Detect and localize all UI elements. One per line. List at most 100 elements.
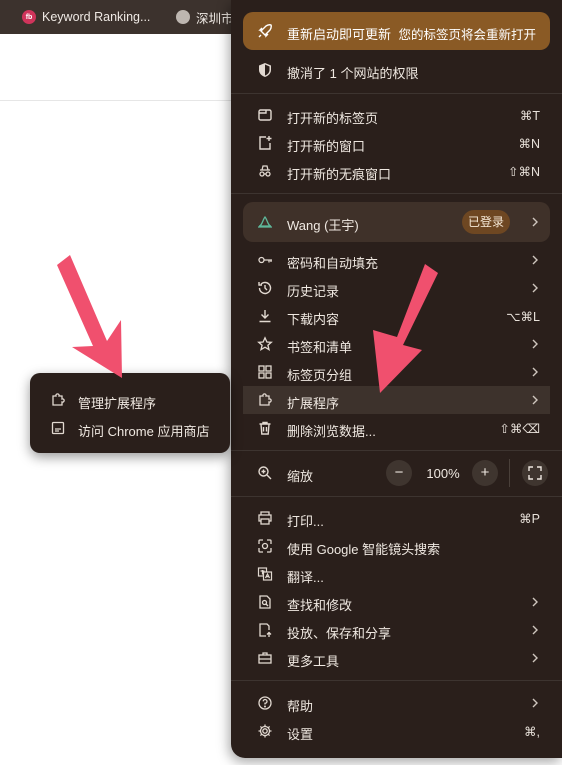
- fullscreen-button[interactable]: [522, 460, 548, 486]
- permissions-label: 撤消了 1 个网站的权限: [287, 66, 419, 81]
- zoom-level: 100%: [426, 466, 460, 481]
- bookmark-shenzhen[interactable]: 深圳市: [176, 8, 234, 26]
- menu-divider: [231, 93, 562, 94]
- clear-browsing-data-item[interactable]: 删除浏览数据... ⇧⌘⌫: [243, 414, 550, 442]
- lens-label: 使用 Google 智能镜头搜索: [287, 542, 441, 557]
- incognito-window-item[interactable]: 打开新的无痕窗口 ⇧⌘N: [243, 157, 550, 185]
- translate-icon: [257, 566, 273, 582]
- settings-shortcut: ⌘,: [524, 725, 540, 739]
- incognito-label: 打开新的无痕窗口: [287, 167, 392, 182]
- downloads-label: 下载内容: [287, 312, 340, 327]
- menu-divider: [231, 680, 562, 681]
- downloads-shortcut: ⌥⌘L: [506, 310, 540, 324]
- chevron-right-icon: [530, 622, 540, 638]
- zoom-label: 缩放: [287, 469, 314, 484]
- find-icon: [257, 594, 273, 610]
- print-label: 打印...: [287, 514, 324, 529]
- bookmark-label: 深圳市: [196, 11, 234, 26]
- more-tools-label: 更多工具: [287, 654, 340, 669]
- signed-in-badge: 已登录: [462, 210, 510, 234]
- incognito-icon: [257, 163, 273, 179]
- chevron-right-icon: [530, 392, 540, 408]
- chevron-right-icon: [530, 650, 540, 666]
- settings-item[interactable]: 设置 ⌘,: [243, 717, 550, 745]
- extensions-submenu: 管理扩展程序 访问 Chrome 应用商店: [30, 373, 230, 453]
- zoom-out-button[interactable]: −: [386, 460, 412, 486]
- bookmark-label: Keyword Ranking...: [42, 10, 151, 24]
- annotation-arrow-left: [57, 255, 122, 378]
- chevron-right-icon: [530, 364, 540, 380]
- print-shortcut: ⌘P: [519, 512, 540, 526]
- new-tab-shortcut: ⌘T: [519, 109, 540, 123]
- translate-label: 翻译...: [287, 570, 324, 585]
- new-tab-item[interactable]: 打开新的标签页 ⌘T: [243, 101, 550, 129]
- puzzle-icon: [50, 392, 66, 408]
- passwords-autofill-item[interactable]: 密码和自动填充: [243, 246, 550, 274]
- cast-label: 投放、保存和分享: [287, 626, 392, 641]
- rocket-icon: [257, 23, 273, 39]
- chevron-right-icon: [530, 214, 540, 230]
- zoom-divider: [509, 459, 510, 487]
- extensions-item[interactable]: 扩展程序: [243, 386, 550, 414]
- new-window-label: 打开新的窗口: [287, 139, 366, 154]
- profile-item[interactable]: Wang (王宇) 已登录: [243, 202, 550, 242]
- toolbar-divider: [0, 100, 232, 101]
- google-lens-item[interactable]: 使用 Google 智能镜头搜索: [243, 532, 550, 560]
- settings-label: 设置: [287, 727, 314, 742]
- update-label: 重新启动即可更新: [287, 27, 392, 42]
- key-icon: [257, 252, 273, 268]
- manage-extensions-item[interactable]: 管理扩展程序: [30, 386, 230, 414]
- toolbox-icon: [257, 650, 273, 666]
- chevron-right-icon: [530, 252, 540, 268]
- chevron-right-icon: [530, 336, 540, 352]
- new-tab-label: 打开新的标签页: [287, 111, 379, 126]
- zoom-icon: [257, 465, 273, 481]
- update-note: 您的标签页将会重新打开: [398, 28, 536, 42]
- puzzle-icon: [257, 392, 273, 408]
- chevron-right-icon: [530, 695, 540, 711]
- web-store-label: 访问 Chrome 应用商店: [78, 424, 210, 439]
- new-window-icon: [257, 135, 273, 151]
- clear-data-label: 删除浏览数据...: [287, 424, 376, 439]
- bookmark-keyword-ranking[interactable]: fb Keyword Ranking...: [22, 8, 150, 26]
- fullscreen-icon: [528, 466, 542, 480]
- lens-icon: [257, 538, 273, 554]
- gear-icon: [257, 723, 273, 739]
- translate-item[interactable]: 翻译...: [243, 560, 550, 588]
- manage-extensions-label: 管理扩展程序: [78, 396, 157, 411]
- profile-avatar-icon: [257, 214, 273, 230]
- help-item[interactable]: 帮助: [243, 689, 550, 717]
- extensions-label: 扩展程序: [287, 396, 340, 411]
- profile-name: Wang (王宇): [287, 218, 359, 233]
- history-item[interactable]: 历史记录: [243, 274, 550, 302]
- new-window-item[interactable]: 打开新的窗口 ⌘N: [243, 129, 550, 157]
- site-permissions-item[interactable]: 撤消了 1 个网站的权限: [243, 56, 550, 84]
- history-icon: [257, 280, 273, 296]
- zoom-in-button[interactable]: +: [472, 460, 498, 486]
- bookmarks-lists-item[interactable]: 书签和清单: [243, 330, 550, 358]
- clear-data-shortcut: ⇧⌘⌫: [499, 422, 540, 436]
- restart-to-update-button[interactable]: 重新启动即可更新 您的标签页将会重新打开: [243, 12, 550, 50]
- find-edit-item[interactable]: 查找和修改: [243, 588, 550, 616]
- chevron-right-icon: [530, 594, 540, 610]
- cast-save-share-item[interactable]: 投放、保存和分享: [243, 616, 550, 644]
- help-label: 帮助: [287, 699, 314, 714]
- passwords-label: 密码和自动填充: [287, 256, 379, 271]
- trash-icon: [257, 420, 273, 436]
- chevron-right-icon: [530, 280, 540, 296]
- download-icon: [257, 308, 273, 324]
- tab-groups-item[interactable]: 标签页分组: [243, 358, 550, 386]
- star-icon: [257, 336, 273, 352]
- new-tab-icon: [257, 107, 273, 123]
- web-store-icon: [50, 420, 66, 436]
- downloads-item[interactable]: 下载内容 ⌥⌘L: [243, 302, 550, 330]
- grid-icon: [257, 364, 273, 380]
- chrome-web-store-item[interactable]: 访问 Chrome 应用商店: [30, 414, 230, 442]
- find-label: 查找和修改: [287, 598, 353, 613]
- menu-divider: [231, 496, 562, 497]
- print-item[interactable]: 打印... ⌘P: [243, 504, 550, 532]
- tab-groups-label: 标签页分组: [287, 368, 353, 383]
- more-tools-item[interactable]: 更多工具: [243, 644, 550, 672]
- menu-divider: [231, 450, 562, 451]
- bookmarks-lists-label: 书签和清单: [287, 340, 353, 355]
